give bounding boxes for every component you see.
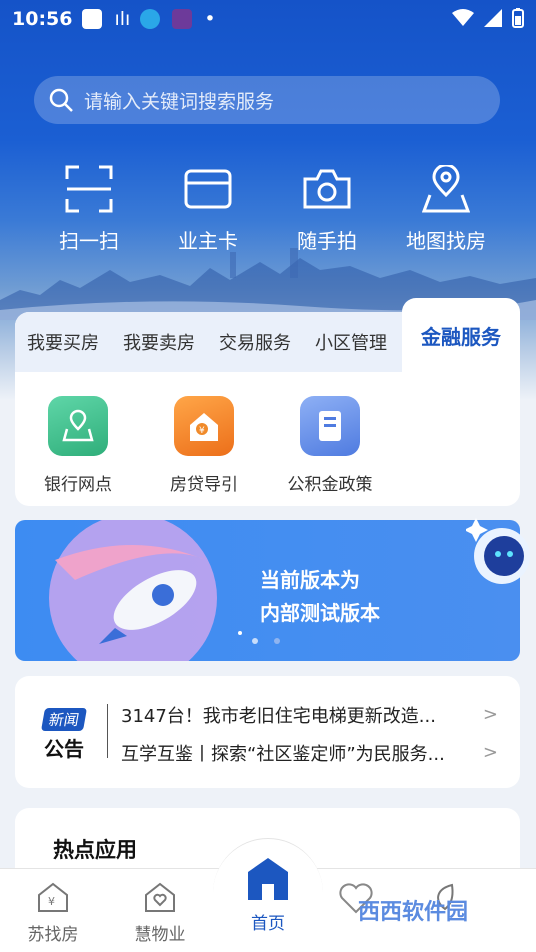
banner-text: 当前版本为 内部测试版本 xyxy=(260,564,380,630)
wifi-icon xyxy=(452,9,474,26)
search-placeholder: 请输入关键词搜索服务 xyxy=(84,90,275,113)
download-icon xyxy=(140,9,161,29)
search-icon xyxy=(49,88,73,112)
service-label-bank: 银行网点 xyxy=(44,475,112,495)
quick-label-map: 地图找房 xyxy=(406,229,486,253)
service-label-fund: 公积金政策 xyxy=(287,475,373,495)
news-item[interactable]: 互学互鉴丨探索“社区鉴定师”为民服务... xyxy=(121,740,481,766)
nav-label: 苏找房 xyxy=(27,925,79,945)
map-pin-icon xyxy=(48,396,108,456)
game-icon xyxy=(172,9,193,29)
dot-icon: • xyxy=(204,8,216,30)
card-icon xyxy=(184,169,232,209)
search-bar[interactable]: 请输入关键词搜索服务 xyxy=(34,76,500,124)
promo-banner[interactable]: 当前版本为 内部测试版本 xyxy=(15,518,530,661)
watermark-logo: 西西软件园 xyxy=(358,900,469,925)
tab-sell-house[interactable]: 我要卖房 xyxy=(111,329,207,355)
house-yen-icon: ¥ xyxy=(38,882,68,912)
news-badge: 新闻 公告 xyxy=(40,708,88,762)
map-pin-icon xyxy=(421,163,471,213)
audio-icon: ılı xyxy=(114,8,131,30)
service-loan[interactable]: ¥ 房贷导引 xyxy=(154,396,254,495)
hot-apps-title: 热点应用 xyxy=(53,838,137,862)
service-fund[interactable]: 公积金政策 xyxy=(280,396,380,495)
banner-line-1: 当前版本为 xyxy=(260,568,360,592)
battery-icon xyxy=(512,8,524,28)
news-card: 新闻 公告 3147台！我市老旧住宅电梯更新改造... > 互学互鉴丨探索“社区… xyxy=(15,676,520,788)
service-label-loan: 房贷导引 xyxy=(170,475,238,495)
chevron-right-icon[interactable]: > xyxy=(483,742,498,763)
nav-home[interactable]: 首页 xyxy=(223,856,313,934)
document-book-icon xyxy=(300,396,360,456)
category-tabs: 我要买房 我要卖房 交易服务 小区管理 金融服务 xyxy=(15,298,520,372)
quick-map-house[interactable]: 地图找房 xyxy=(386,163,506,254)
tab-community[interactable]: 小区管理 xyxy=(303,329,399,355)
svg-text:¥: ¥ xyxy=(48,895,55,908)
robot-mascot-icon xyxy=(466,518,530,584)
quick-label-scan: 扫一扫 xyxy=(59,229,119,253)
quick-scan[interactable]: 扫一扫 xyxy=(29,165,149,254)
nav-property[interactable]: 慧物业 xyxy=(115,881,205,945)
quick-owner-card[interactable]: 业主卡 xyxy=(148,165,268,254)
quick-label-camera: 随手拍 xyxy=(297,229,357,253)
status-time: 10:56 xyxy=(12,8,73,30)
chevron-right-icon[interactable]: > xyxy=(483,704,498,725)
quick-snapshot[interactable]: 随手拍 xyxy=(267,165,387,254)
tab-buy-house[interactable]: 我要买房 xyxy=(15,329,111,355)
scan-icon xyxy=(65,165,113,213)
news-item[interactable]: 3147台！我市老旧住宅电梯更新改造... xyxy=(121,702,481,728)
signal-icon xyxy=(484,9,502,27)
news-badge-top: 新闻 xyxy=(40,708,88,731)
status-bar: 10:56 ılı • xyxy=(0,0,536,38)
house-heart-icon xyxy=(145,882,175,912)
tab-trade-service[interactable]: 交易服务 xyxy=(207,329,303,355)
home-icon xyxy=(248,858,288,900)
banner-line-2: 内部测试版本 xyxy=(260,601,380,625)
svg-text:¥: ¥ xyxy=(199,426,205,436)
app-icon xyxy=(82,9,103,29)
news-divider xyxy=(107,704,108,758)
service-bank[interactable]: 银行网点 xyxy=(28,396,128,495)
nav-label: 慧物业 xyxy=(134,925,186,945)
house-loan-icon: ¥ xyxy=(174,396,234,456)
news-badge-bottom: 公告 xyxy=(44,737,84,761)
quick-label-card: 业主卡 xyxy=(178,229,238,253)
nav-find-house[interactable]: ¥ 苏找房 xyxy=(8,881,98,945)
tab-finance[interactable]: 金融服务 xyxy=(402,298,520,372)
nav-label: 首页 xyxy=(251,914,285,934)
camera-icon xyxy=(303,169,351,209)
